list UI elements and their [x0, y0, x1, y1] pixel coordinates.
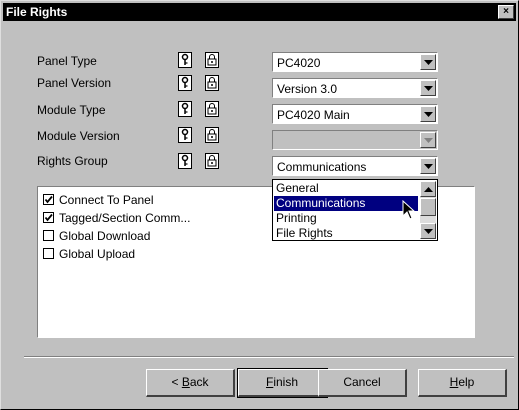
dropdown-arrow-button[interactable] [420, 106, 436, 122]
key-icon[interactable] [178, 52, 192, 68]
dropdown-scrollbar[interactable] [420, 181, 436, 239]
lock-icon[interactable] [205, 52, 219, 68]
panel-version-value: Version 3.0 [277, 82, 338, 96]
panel-type-select[interactable]: PC4020 [272, 52, 438, 72]
panel-type-label: Panel Type [37, 54, 97, 68]
key-icon[interactable] [178, 75, 192, 91]
scroll-thumb[interactable] [420, 198, 436, 216]
close-button[interactable]: × [498, 5, 514, 19]
dropdown-arrow-button[interactable] [420, 54, 436, 70]
dropdown-option-selected[interactable]: Communications [274, 196, 418, 211]
key-icon[interactable] [178, 101, 192, 117]
dropdown-option[interactable]: File Rights [274, 226, 418, 241]
dialog-title: File Rights [6, 5, 68, 19]
scroll-up-button[interactable] [420, 181, 436, 197]
panel-type-value: PC4020 [277, 56, 321, 70]
checkbox-unchecked[interactable] [43, 230, 54, 241]
rights-group-value: Communications [277, 160, 367, 174]
back-button[interactable]: < Back [146, 369, 235, 397]
panel-version-label: Panel Version [37, 76, 112, 90]
scroll-down-button[interactable] [420, 223, 436, 239]
mouse-pointer-icon [402, 200, 416, 220]
separator [24, 356, 514, 358]
dropdown-arrow-button [420, 132, 436, 148]
permission-label: Global Download [59, 229, 151, 243]
dropdown-option[interactable]: General [274, 181, 418, 196]
key-icon[interactable] [178, 127, 192, 143]
cancel-button-label: Cancel [343, 375, 381, 389]
permission-label: Global Upload [59, 247, 136, 261]
checkbox-unchecked[interactable] [43, 248, 54, 259]
lock-icon[interactable] [205, 153, 219, 169]
rights-group-select[interactable]: Communications [272, 156, 438, 176]
module-version-select [272, 130, 438, 150]
lock-icon[interactable] [205, 127, 219, 143]
back-button-mnemonic: B [181, 375, 190, 389]
help-button[interactable]: Help [418, 369, 507, 397]
dropdown-arrow-button[interactable] [420, 158, 436, 174]
close-icon: × [503, 6, 509, 17]
checkbox-checked[interactable] [43, 194, 54, 205]
finish-button[interactable]: Finish [237, 368, 328, 398]
dropdown-arrow-button[interactable] [420, 80, 436, 96]
lock-icon[interactable] [205, 101, 219, 117]
help-button-rest: elp [458, 375, 475, 389]
permission-label: Connect To Panel [59, 193, 154, 207]
panel-version-select[interactable]: Version 3.0 [272, 78, 438, 98]
module-type-select[interactable]: PC4020 Main [272, 104, 438, 124]
title-bar: File Rights × [3, 3, 516, 21]
rights-group-label: Rights Group [37, 154, 108, 168]
module-version-label: Module Version [37, 129, 120, 143]
finish-button-rest: inish [273, 375, 299, 389]
permission-label: Tagged/Section Comm... [59, 211, 191, 225]
key-icon[interactable] [178, 153, 192, 169]
module-type-value: PC4020 Main [277, 108, 350, 122]
checkbox-checked[interactable] [43, 212, 54, 223]
module-type-label: Module Type [37, 103, 106, 117]
back-button-prefix: < [171, 375, 182, 389]
back-button-rest: ack [189, 375, 209, 389]
lock-icon[interactable] [205, 75, 219, 91]
cancel-button[interactable]: Cancel [318, 369, 407, 397]
dropdown-option[interactable]: Printing [274, 211, 418, 226]
